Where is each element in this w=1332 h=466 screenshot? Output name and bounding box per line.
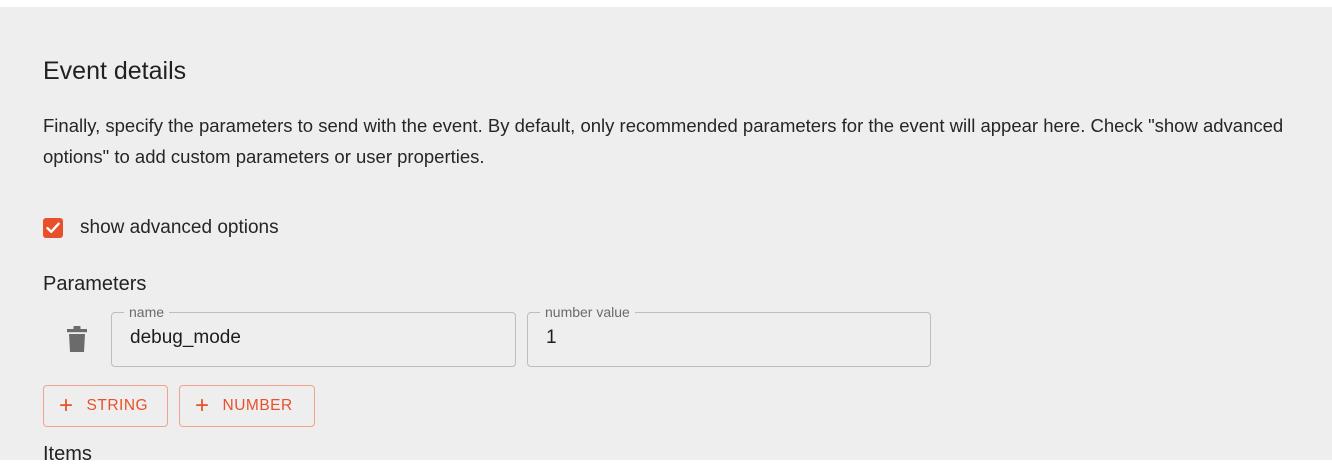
parameter-number-value-input[interactable] — [546, 327, 906, 349]
event-details-panel: Event details Finally, specify the param… — [0, 7, 1332, 465]
plus-icon: + — [59, 392, 74, 419]
plus-icon: + — [195, 392, 210, 419]
parameters-heading: Parameters — [43, 273, 147, 295]
add-string-label: STRING — [86, 397, 149, 414]
checkbox-checked[interactable] — [43, 218, 63, 238]
items-heading: Items — [43, 443, 92, 465]
add-number-label: NUMBER — [222, 397, 293, 414]
field-legend-name: name — [124, 304, 170, 320]
parameter-name-field[interactable]: name — [111, 304, 516, 367]
add-string-parameter-button[interactable]: + STRING — [43, 385, 168, 427]
field-legend-number-value: number value — [540, 304, 635, 320]
delete-parameter-button[interactable] — [66, 326, 88, 353]
checkbox-label: show advanced options — [80, 217, 279, 238]
show-advanced-options-toggle[interactable]: show advanced options — [43, 210, 279, 246]
check-icon — [46, 222, 60, 233]
event-details-description: Finally, specify the parameters to send … — [43, 115, 1284, 167]
add-number-parameter-button[interactable]: + NUMBER — [179, 385, 315, 427]
parameter-number-value-field[interactable]: number value — [527, 304, 931, 367]
parameter-name-input[interactable] — [130, 327, 490, 349]
section-heading-event-details: Event details — [43, 57, 187, 85]
trash-icon — [67, 326, 87, 352]
